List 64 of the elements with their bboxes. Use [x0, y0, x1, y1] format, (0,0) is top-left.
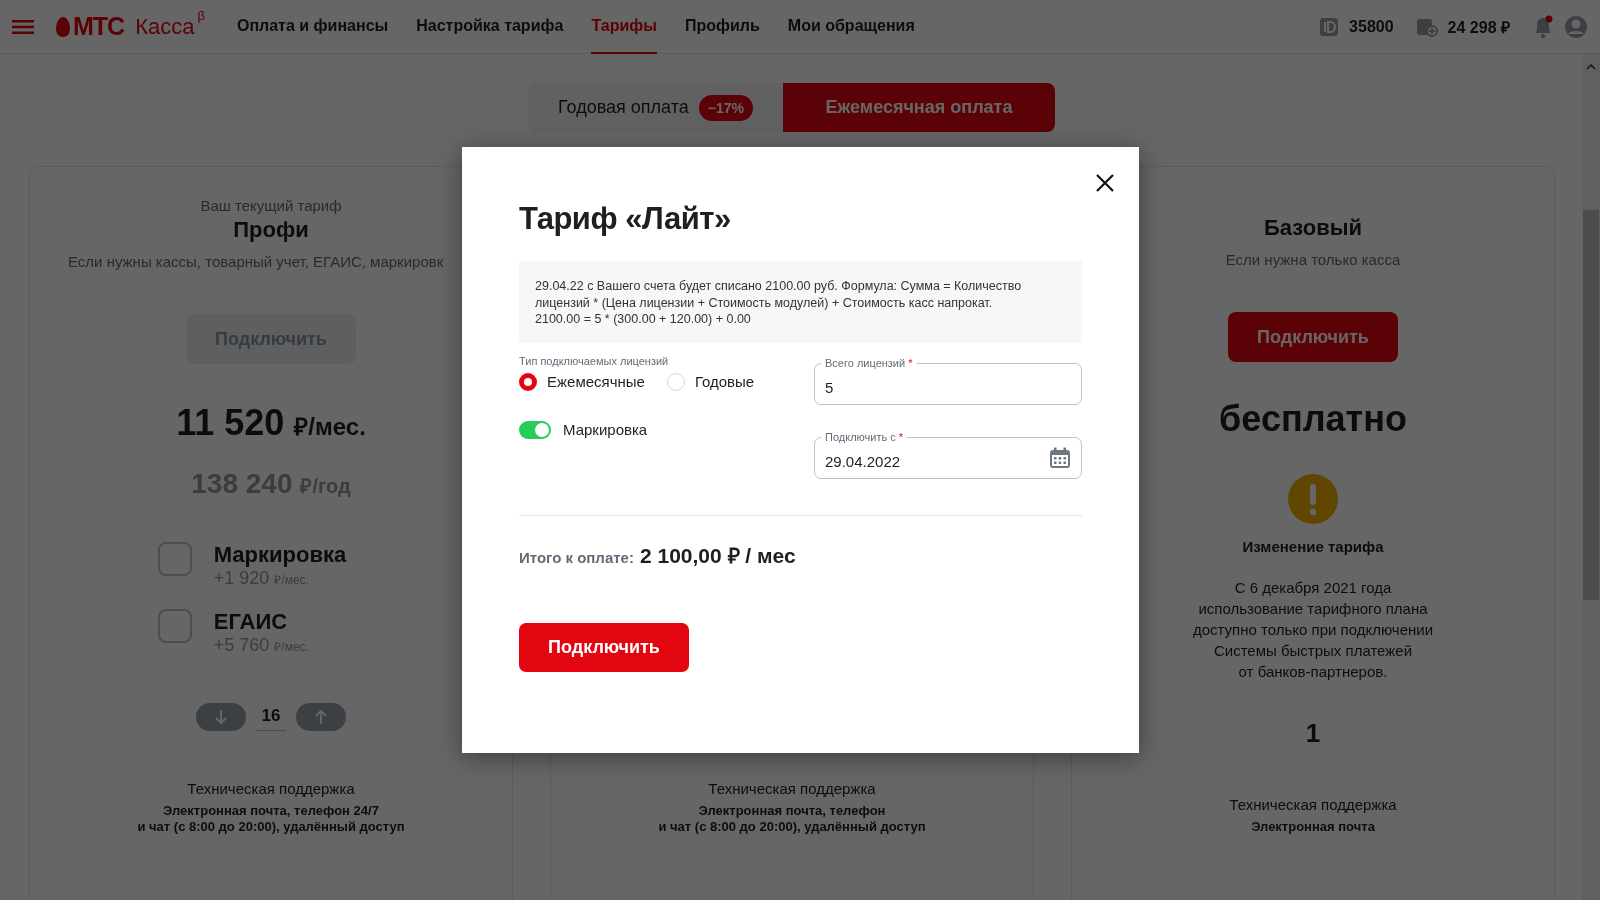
down-arrow-icon [213, 708, 228, 725]
addon-checkbox[interactable] [157, 609, 192, 643]
toggle-switch[interactable] [519, 420, 551, 439]
modal-title: Тариф «Лайт» [519, 201, 732, 237]
support-text: Электронная почта [1250, 819, 1376, 835]
addon-name: Маркировка [213, 542, 347, 568]
info-text: 29.04.22 с Вашего счета будет списано 2100.00 руб. Формула: Сумма = Количество лицензий * (Цена лицензии + Стоимость модулей) + Стоимость касс напрокат. 2100.00 = 5 * (300.00 + 120.00) + 0.00 [519, 261, 1082, 343]
support-text: Электронная почта, телефон 24/7 и чат (с 8:00 до 20:00), удалённый доступ [137, 803, 405, 835]
price-unit: ₽/мес. [294, 412, 366, 442]
bell-icon[interactable] [1532, 14, 1554, 39]
nav-tab[interactable]: Мои обращения [787, 0, 915, 54]
field-label: Всего лицензий * [821, 356, 917, 370]
plan-caption: Ваш текущий тариф [200, 197, 342, 214]
up-arrow-icon [314, 708, 329, 725]
support-title: Техническая поддержка [186, 780, 356, 797]
account-id: 35800 [1349, 17, 1394, 36]
exclamation-icon [1288, 474, 1338, 524]
billing-tab[interactable]: Годовая оплата −17% [528, 83, 783, 132]
scrollbar-thumb[interactable] [1583, 210, 1599, 600]
beta-mark: β [197, 8, 205, 23]
license-type-radio[interactable]: Годовые [666, 372, 755, 391]
license-count: 1 [1305, 718, 1321, 749]
plan-price: бесплатно [1219, 398, 1407, 440]
connect-button[interactable]: Подключить [519, 622, 689, 672]
discount-badge: −17% [698, 94, 753, 121]
support-title: Техническая поддержка [707, 780, 877, 797]
notice-title: Изменение тарифа [1242, 538, 1384, 555]
balance: 24 298 ₽ [1447, 17, 1510, 38]
id-card-icon [1319, 16, 1340, 37]
license-count: 16 [255, 702, 287, 731]
logo-brand: МТС [73, 12, 125, 41]
plan-description: Если нужна только касса [1225, 251, 1401, 268]
logo-product: Касса [135, 13, 195, 40]
addon-name: ЕГАИС [213, 609, 289, 635]
decrease-button[interactable] [195, 702, 246, 731]
notice-text: С 6 декабря 2021 года использование тарифного плана доступно только при подключении Системы быстрых платежей от банков-партнеров. [1192, 578, 1434, 682]
nav-tab[interactable]: Профиль [684, 0, 760, 54]
plan-name: Базовый [1264, 215, 1362, 241]
toggle-label: Маркировка [563, 421, 648, 438]
field-label: Подключить с * [821, 430, 908, 444]
calendar-icon[interactable] [1049, 446, 1071, 469]
nav-tab[interactable]: Настройка тарифа [416, 0, 564, 54]
scroll-up-icon[interactable] [1586, 64, 1596, 70]
monthly-price: 11 520 [176, 402, 285, 444]
egg-icon [56, 16, 70, 37]
billing-tab[interactable]: Ежемесячная оплата [782, 83, 1055, 132]
license-type-label: Тип подключаемых лицензий [519, 354, 670, 367]
menu-icon[interactable] [12, 19, 34, 34]
connect-button[interactable]: Подключить [1228, 312, 1398, 362]
nav-tab[interactable]: Оплата и финансы [236, 0, 389, 54]
plan-description: Если нужны кассы, товарный учет, ЕГАИС, маркировк [67, 253, 444, 270]
plan-name: Профи [233, 217, 309, 243]
increase-button[interactable] [296, 702, 347, 731]
close-icon[interactable] [1096, 174, 1114, 192]
total-amount: 2 100,00 ₽ / мес [639, 542, 796, 569]
support-text: Электронная почта, телефон и чат (с 8:00 до 20:00), удалённый доступ [658, 803, 926, 835]
addon-checkbox[interactable] [157, 542, 192, 576]
avatar-icon[interactable] [1564, 14, 1588, 39]
total-label: Итого к оплате: [519, 548, 634, 566]
nav-tab[interactable]: Тарифы [591, 0, 657, 54]
support-title: Техническая поддержка [1229, 796, 1397, 813]
radio-circle[interactable] [519, 372, 537, 391]
license-type-radio[interactable]: Ежемесячные [519, 372, 645, 391]
scrollbar[interactable] [1582, 54, 1600, 900]
